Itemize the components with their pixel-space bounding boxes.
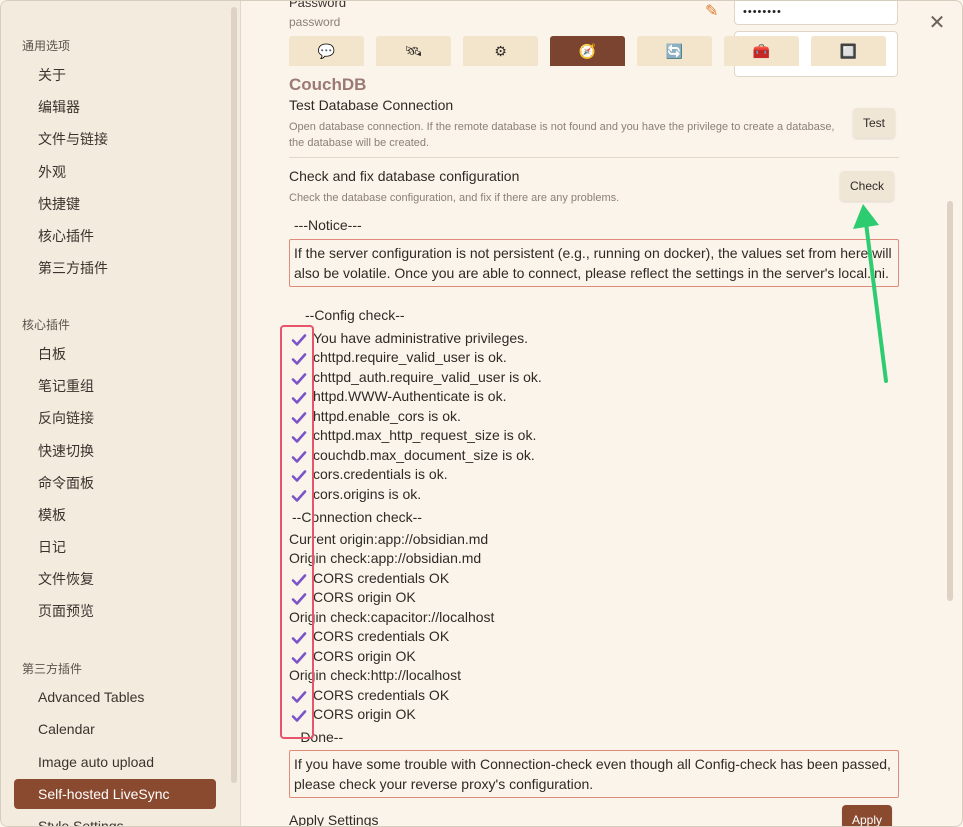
- settings-sidebar: 通用选项 关于 编辑器 文件与链接 外观 快捷键 核心插件 第三方插件 核心插件…: [1, 1, 241, 826]
- sidebar-item-command-palette[interactable]: 命令面板: [14, 468, 216, 498]
- password-label: Password: [289, 1, 347, 10]
- current-origin: Current origin:app://obsidian.md: [289, 531, 489, 547]
- config-check-header: --Config check--: [305, 307, 405, 323]
- trouble-box: If you have some trouble with Connection…: [289, 750, 899, 798]
- sidebar-item-templates[interactable]: 模板: [14, 500, 216, 530]
- sidebar-group-general: 通用选项: [22, 39, 71, 53]
- config-item: couchdb.max_document_size is ok.: [313, 447, 535, 463]
- sidebar-item-calendar[interactable]: Calendar: [14, 714, 216, 744]
- sidebar-item-style-settings[interactable]: Style Settings: [14, 811, 216, 826]
- sidebar-item-note-composer[interactable]: 笔记重组: [14, 371, 216, 401]
- settings-content: ✕ Password password ✎ •••••••• 💬 🛰 ⚙ 🧭 🔄…: [241, 1, 962, 827]
- check-button[interactable]: Check: [840, 171, 895, 201]
- sidebar-group-core: 核心插件: [22, 318, 71, 332]
- sidebar-item-appearance[interactable]: 外观: [14, 157, 216, 187]
- tab-compass-icon[interactable]: 🧭: [550, 36, 625, 66]
- tab-grid-icon[interactable]: 🔲: [811, 36, 886, 66]
- notice-box: If the server configuration is not persi…: [289, 239, 899, 287]
- origin-check: Origin check:capacitor://localhost: [289, 609, 495, 625]
- tab-chat-icon[interactable]: 💬: [289, 36, 364, 66]
- tab-gear-icon[interactable]: ⚙: [463, 36, 538, 66]
- cors-result: CORS origin OK: [313, 648, 416, 664]
- password-description: password: [289, 15, 341, 29]
- sidebar-item-daily-notes[interactable]: 日记: [14, 532, 216, 562]
- check-db-desc: Check the database configuration, and fi…: [289, 192, 620, 204]
- sidebar-item-core-plugins[interactable]: 核心插件: [14, 221, 216, 251]
- sidebar-item-hotkeys[interactable]: 快捷键: [14, 189, 216, 219]
- sidebar-item-image-auto-upload[interactable]: Image auto upload: [14, 747, 216, 777]
- apply-button[interactable]: Apply: [842, 805, 893, 826]
- sidebar-item-quick-switcher[interactable]: 快速切换: [14, 436, 216, 466]
- content-scrollbar[interactable]: [947, 201, 953, 601]
- config-item: httpd.enable_cors is ok.: [313, 408, 461, 424]
- sidebar-item-file-recovery[interactable]: 文件恢复: [14, 564, 216, 594]
- section-title: CouchDB: [289, 75, 367, 94]
- test-db-name: Test Database Connection: [289, 97, 454, 113]
- apply-settings-name: Apply Settings: [289, 812, 379, 827]
- config-item: You have administrative privileges.: [313, 330, 529, 346]
- tab-satellite-icon[interactable]: 🛰: [376, 36, 451, 66]
- origin-check: Origin check:http://localhost: [289, 667, 461, 683]
- pencil-icon: ✎: [705, 3, 719, 20]
- origin-check: Origin check:app://obsidian.md: [289, 550, 482, 566]
- sidebar-group-third-party: 第三方插件: [22, 662, 83, 676]
- sidebar-item-backlinks[interactable]: 反向链接: [14, 403, 216, 433]
- config-item: chttpd_auth.require_valid_user is ok.: [313, 369, 542, 385]
- sidebar-item-about[interactable]: 关于: [14, 60, 216, 90]
- cors-result: CORS credentials OK: [313, 687, 450, 703]
- cors-result: CORS origin OK: [313, 706, 416, 722]
- sidebar-item-community-plugins[interactable]: 第三方插件: [14, 253, 216, 283]
- close-icon[interactable]: ✕: [925, 11, 949, 35]
- tab-sync-icon[interactable]: 🔄: [637, 36, 712, 66]
- cors-result: CORS credentials OK: [313, 570, 450, 586]
- cors-result: CORS credentials OK: [313, 628, 450, 644]
- check-db-name: Check and fix database configuration: [289, 168, 520, 184]
- password-input[interactable]: ••••••••: [734, 1, 898, 25]
- annotation-highlight-box: [280, 325, 314, 739]
- sidebar-scrollbar[interactable]: [231, 7, 237, 783]
- config-item: chttpd.max_http_request_size is ok.: [313, 427, 537, 443]
- sidebar-item-files-links[interactable]: 文件与链接: [14, 124, 216, 154]
- divider: [289, 157, 899, 158]
- sidebar-item-self-hosted-livesync[interactable]: Self-hosted LiveSync: [14, 779, 216, 809]
- config-item: chttpd.require_valid_user is ok.: [313, 349, 507, 365]
- settings-window: 通用选项 关于 编辑器 文件与链接 外观 快捷键 核心插件 第三方插件 核心插件…: [0, 0, 963, 827]
- config-item: cors.origins is ok.: [313, 486, 422, 502]
- config-item: httpd.WWW-Authenticate is ok.: [313, 388, 507, 404]
- config-item: cors.credentials is ok.: [313, 466, 448, 482]
- tab-toolbox-icon[interactable]: 🧰: [724, 36, 799, 66]
- sidebar-item-editor[interactable]: 编辑器: [14, 92, 216, 122]
- test-db-desc: Open database connection. If the remote …: [289, 121, 835, 149]
- sidebar-item-canvas[interactable]: 白板: [14, 339, 216, 369]
- sidebar-item-advanced-tables[interactable]: Advanced Tables: [14, 682, 216, 712]
- cors-result: CORS origin OK: [313, 589, 416, 605]
- test-button[interactable]: Test: [853, 108, 896, 138]
- notice-header: ---Notice---: [294, 217, 362, 233]
- sidebar-item-page-preview[interactable]: 页面预览: [14, 596, 216, 626]
